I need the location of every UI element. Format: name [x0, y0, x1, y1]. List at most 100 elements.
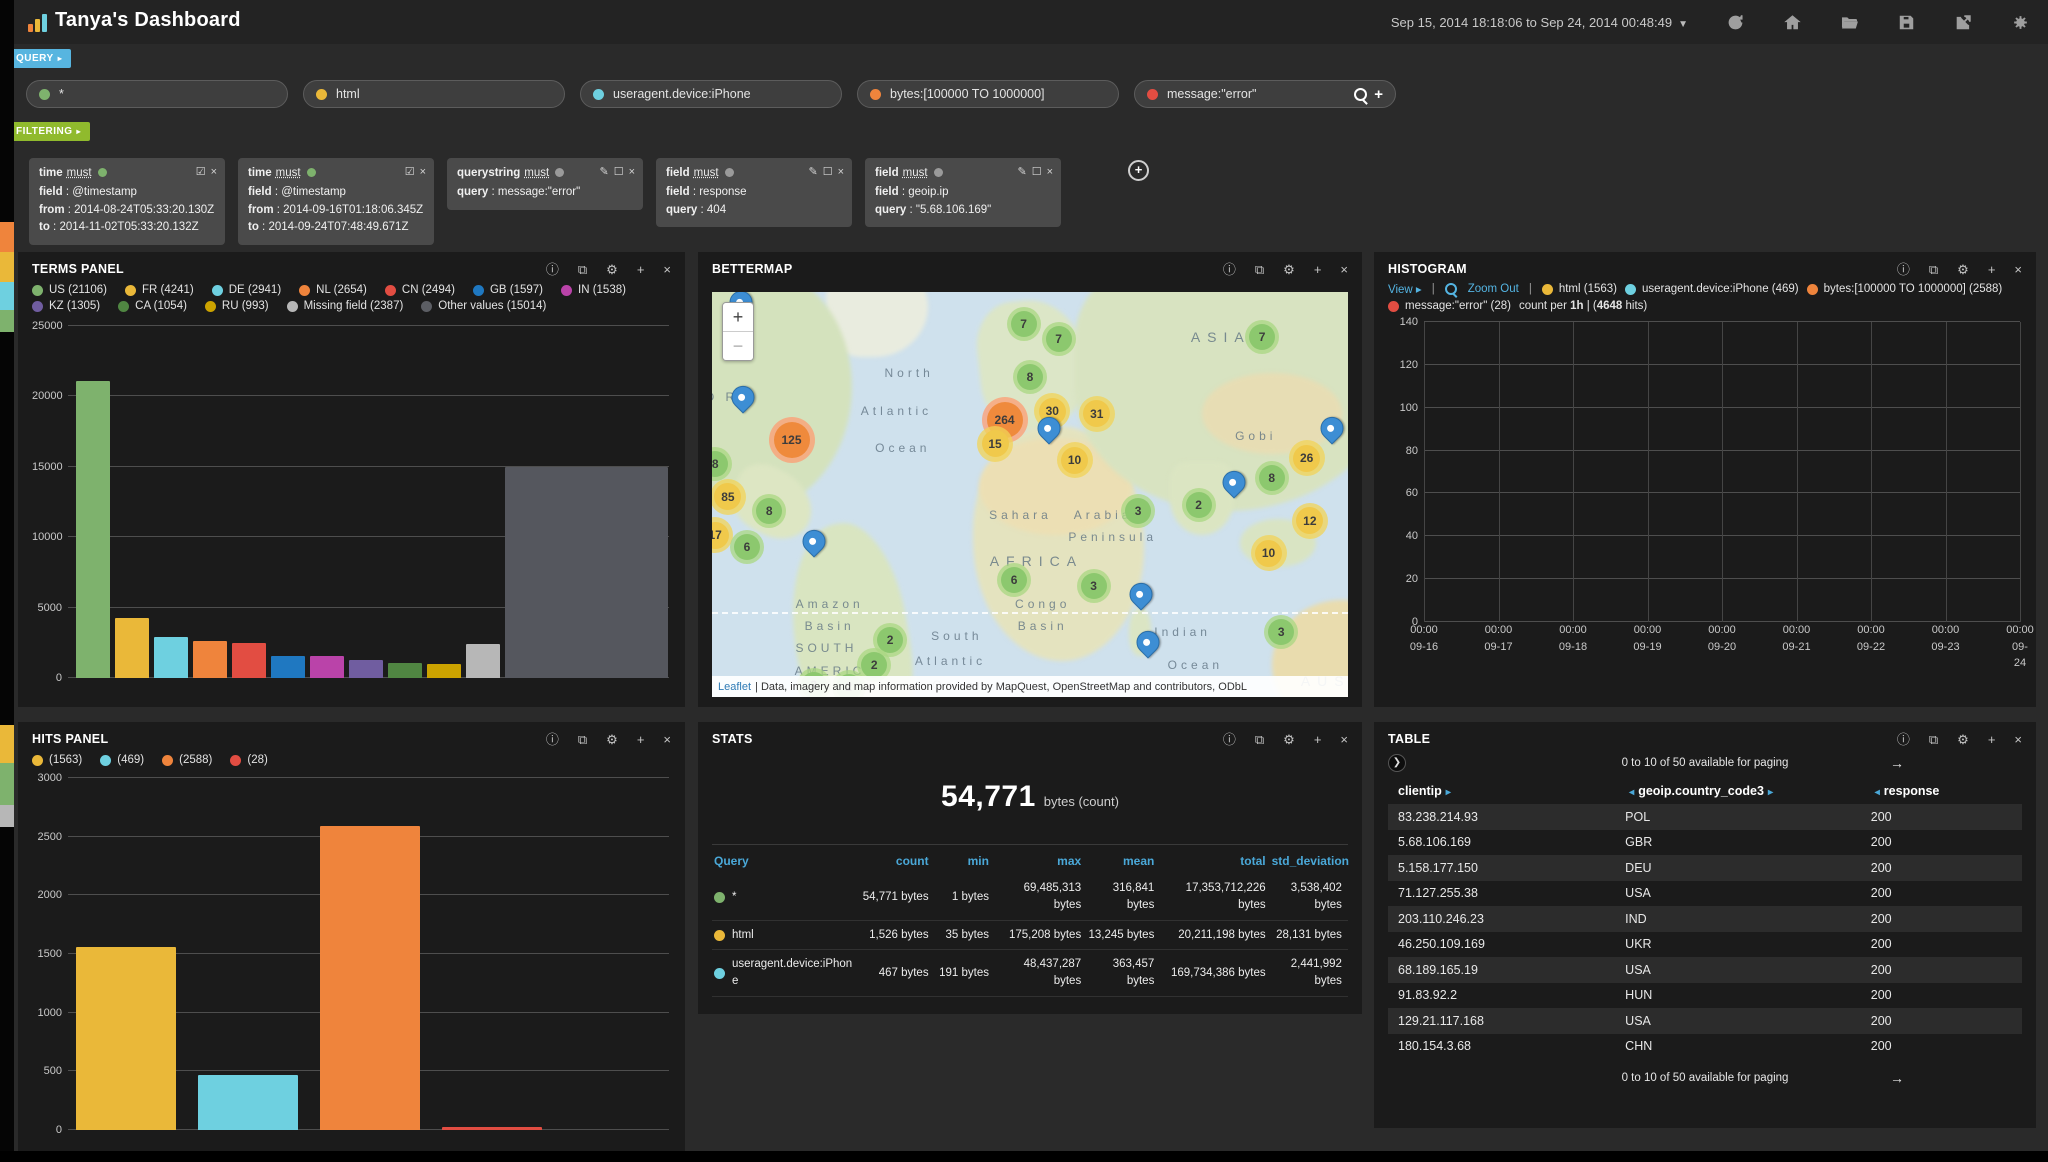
- query-pill-3[interactable]: bytes:[100000 TO 1000000]: [857, 80, 1119, 108]
- view-menu[interactable]: View ▸: [1388, 282, 1422, 296]
- map-cluster-marker[interactable]: 6: [730, 530, 764, 564]
- leaflet-link[interactable]: Leaflet: [718, 681, 751, 693]
- filter-box-field-4[interactable]: fieldmust✎☐×field : geoip.ipquery : "5.6…: [865, 158, 1061, 227]
- column-clientip[interactable]: clientip▸: [1398, 784, 1625, 798]
- zoom-out-link[interactable]: Zoom Out: [1468, 283, 1519, 295]
- map-cluster-marker[interactable]: 3: [1264, 615, 1298, 649]
- query-toggle-button[interactable]: QUERY▸: [6, 49, 71, 68]
- table-row[interactable]: 5.158.177.150DEU200: [1388, 855, 2022, 881]
- info-icon[interactable]: ⓘ: [1897, 263, 1910, 276]
- terms-bar-RU[interactable]: [427, 664, 461, 678]
- home-icon[interactable]: [1783, 13, 1802, 32]
- close-icon[interactable]: ×: [1047, 164, 1053, 181]
- map-cluster-marker[interactable]: 7: [1007, 307, 1041, 341]
- gear-icon[interactable]: ⚙: [606, 263, 618, 276]
- filter-box-time-1[interactable]: timemust☑×field : @timestampfrom : 2014-…: [238, 158, 434, 245]
- terms-bar-NL[interactable]: [193, 641, 227, 678]
- legend-item[interactable]: NL (2654): [299, 284, 367, 296]
- gear-icon[interactable]: ⚙: [1283, 733, 1295, 746]
- map-cluster-marker[interactable]: 125: [769, 417, 815, 463]
- plus-icon[interactable]: +: [637, 733, 645, 746]
- duplicate-icon[interactable]: ⧉: [1255, 263, 1264, 276]
- time-picker[interactable]: Sep 15, 2014 18:18:06 to Sep 24, 2014 00…: [1391, 15, 1688, 30]
- legend-item[interactable]: bytes:[100000 TO 1000000] (2588): [1807, 283, 2003, 295]
- edit-icon[interactable]: ✎: [808, 164, 817, 181]
- plus-icon[interactable]: +: [637, 263, 645, 276]
- query-pill-1[interactable]: html: [303, 80, 565, 108]
- legend-item[interactable]: RU (993): [205, 300, 269, 312]
- close-icon[interactable]: ×: [663, 263, 671, 276]
- map-pin-marker[interactable]: [1130, 583, 1153, 606]
- legend-item[interactable]: KZ (1305): [32, 300, 100, 312]
- add-filter-button[interactable]: +: [1128, 160, 1149, 181]
- legend-item[interactable]: (1563): [32, 754, 82, 766]
- info-icon[interactable]: ⓘ: [546, 263, 559, 276]
- legend-item[interactable]: IN (1538): [561, 284, 626, 296]
- map-cluster-marker[interactable]: 7: [1042, 322, 1076, 356]
- legend-item[interactable]: CN (2494): [385, 284, 455, 296]
- info-icon[interactable]: ⓘ: [546, 733, 559, 746]
- table-row[interactable]: 83.238.214.93POL200: [1388, 804, 2022, 830]
- close-icon[interactable]: ×: [663, 733, 671, 746]
- close-icon[interactable]: ×: [629, 164, 635, 181]
- table-row[interactable]: 46.250.109.169UKR200: [1388, 932, 2022, 958]
- box-icon[interactable]: ☐: [823, 164, 833, 181]
- map-cluster-marker[interactable]: 10: [1251, 535, 1287, 571]
- terms-bar-CA[interactable]: [388, 663, 422, 678]
- map-pin-marker[interactable]: [1038, 417, 1061, 440]
- query-color-dot[interactable]: [593, 89, 604, 100]
- table-row[interactable]: 180.154.3.68CHN200: [1388, 1034, 2022, 1060]
- map-cluster-marker[interactable]: 31: [1079, 396, 1115, 432]
- duplicate-icon[interactable]: ⧉: [578, 733, 587, 746]
- legend-item[interactable]: (28): [230, 754, 267, 766]
- info-icon[interactable]: ⓘ: [1223, 263, 1236, 276]
- info-icon[interactable]: ⓘ: [1223, 733, 1236, 746]
- plus-icon[interactable]: +: [1314, 733, 1322, 746]
- refresh-icon[interactable]: [1726, 13, 1745, 32]
- settings-gear-icon[interactable]: [2011, 13, 2030, 32]
- close-icon[interactable]: ×: [2014, 733, 2022, 746]
- duplicate-icon[interactable]: ⧉: [1255, 733, 1264, 746]
- map-cluster-marker[interactable]: 3: [1121, 494, 1155, 528]
- share-icon[interactable]: [1954, 13, 1973, 32]
- table-row[interactable]: 68.189.165.19USA200: [1388, 957, 2022, 983]
- terms-bar-Other values[interactable]: [505, 467, 668, 678]
- query-input[interactable]: message:"error": [1167, 87, 1256, 101]
- checked-icon[interactable]: ☑: [405, 164, 415, 181]
- hits-bar-3[interactable]: [442, 1127, 542, 1130]
- terms-bar-FR[interactable]: [115, 618, 149, 678]
- terms-bar-CN[interactable]: [232, 643, 266, 678]
- search-icon[interactable]: [1354, 88, 1367, 101]
- legend-item[interactable]: message:"error" (28): [1388, 300, 1511, 312]
- terms-bar-GB[interactable]: [271, 656, 305, 678]
- box-icon[interactable]: ☐: [614, 164, 624, 181]
- legend-item[interactable]: DE (2941): [212, 284, 281, 296]
- map-cluster-marker[interactable]: 3: [1077, 569, 1111, 603]
- query-pill-4[interactable]: message:"error"+: [1134, 80, 1396, 108]
- filter-box-querystring-2[interactable]: querystringmust✎☐×query : message:"error…: [447, 158, 643, 210]
- close-icon[interactable]: ×: [2014, 263, 2022, 276]
- map-pin-marker[interactable]: [1321, 417, 1344, 440]
- gear-icon[interactable]: ⚙: [1957, 733, 1969, 746]
- query-input[interactable]: html: [336, 87, 360, 101]
- query-pill-0[interactable]: *: [26, 80, 288, 108]
- query-color-dot[interactable]: [316, 89, 327, 100]
- info-icon[interactable]: ⓘ: [1897, 733, 1910, 746]
- map-pin-marker[interactable]: [731, 386, 754, 409]
- filter-box-field-3[interactable]: fieldmust✎☐×field : responsequery : 404: [656, 158, 852, 227]
- map-cluster-marker[interactable]: 15: [977, 426, 1013, 462]
- legend-item[interactable]: html (1563): [1542, 283, 1617, 295]
- folder-open-icon[interactable]: [1840, 13, 1859, 32]
- legend-item[interactable]: US (21106): [32, 284, 107, 296]
- world-map[interactable]: O RNorthAtlanticOceanASIAGobiSaharaArabi…: [712, 292, 1348, 697]
- plus-icon[interactable]: +: [1314, 263, 1322, 276]
- hits-bar-0[interactable]: [76, 947, 176, 1130]
- terms-bar-Missing field[interactable]: [466, 644, 500, 678]
- close-icon[interactable]: ×: [211, 164, 217, 181]
- table-row[interactable]: 91.83.92.2HUN200: [1388, 983, 2022, 1009]
- table-row[interactable]: 203.110.246.23IND200: [1388, 906, 2022, 932]
- map-cluster-marker[interactable]: 10: [1057, 442, 1093, 478]
- table-row[interactable]: 71.127.255.38USA200: [1388, 881, 2022, 907]
- filtering-toggle-button[interactable]: FILTERING▸: [6, 122, 90, 141]
- legend-item[interactable]: Other values (15014): [421, 300, 546, 312]
